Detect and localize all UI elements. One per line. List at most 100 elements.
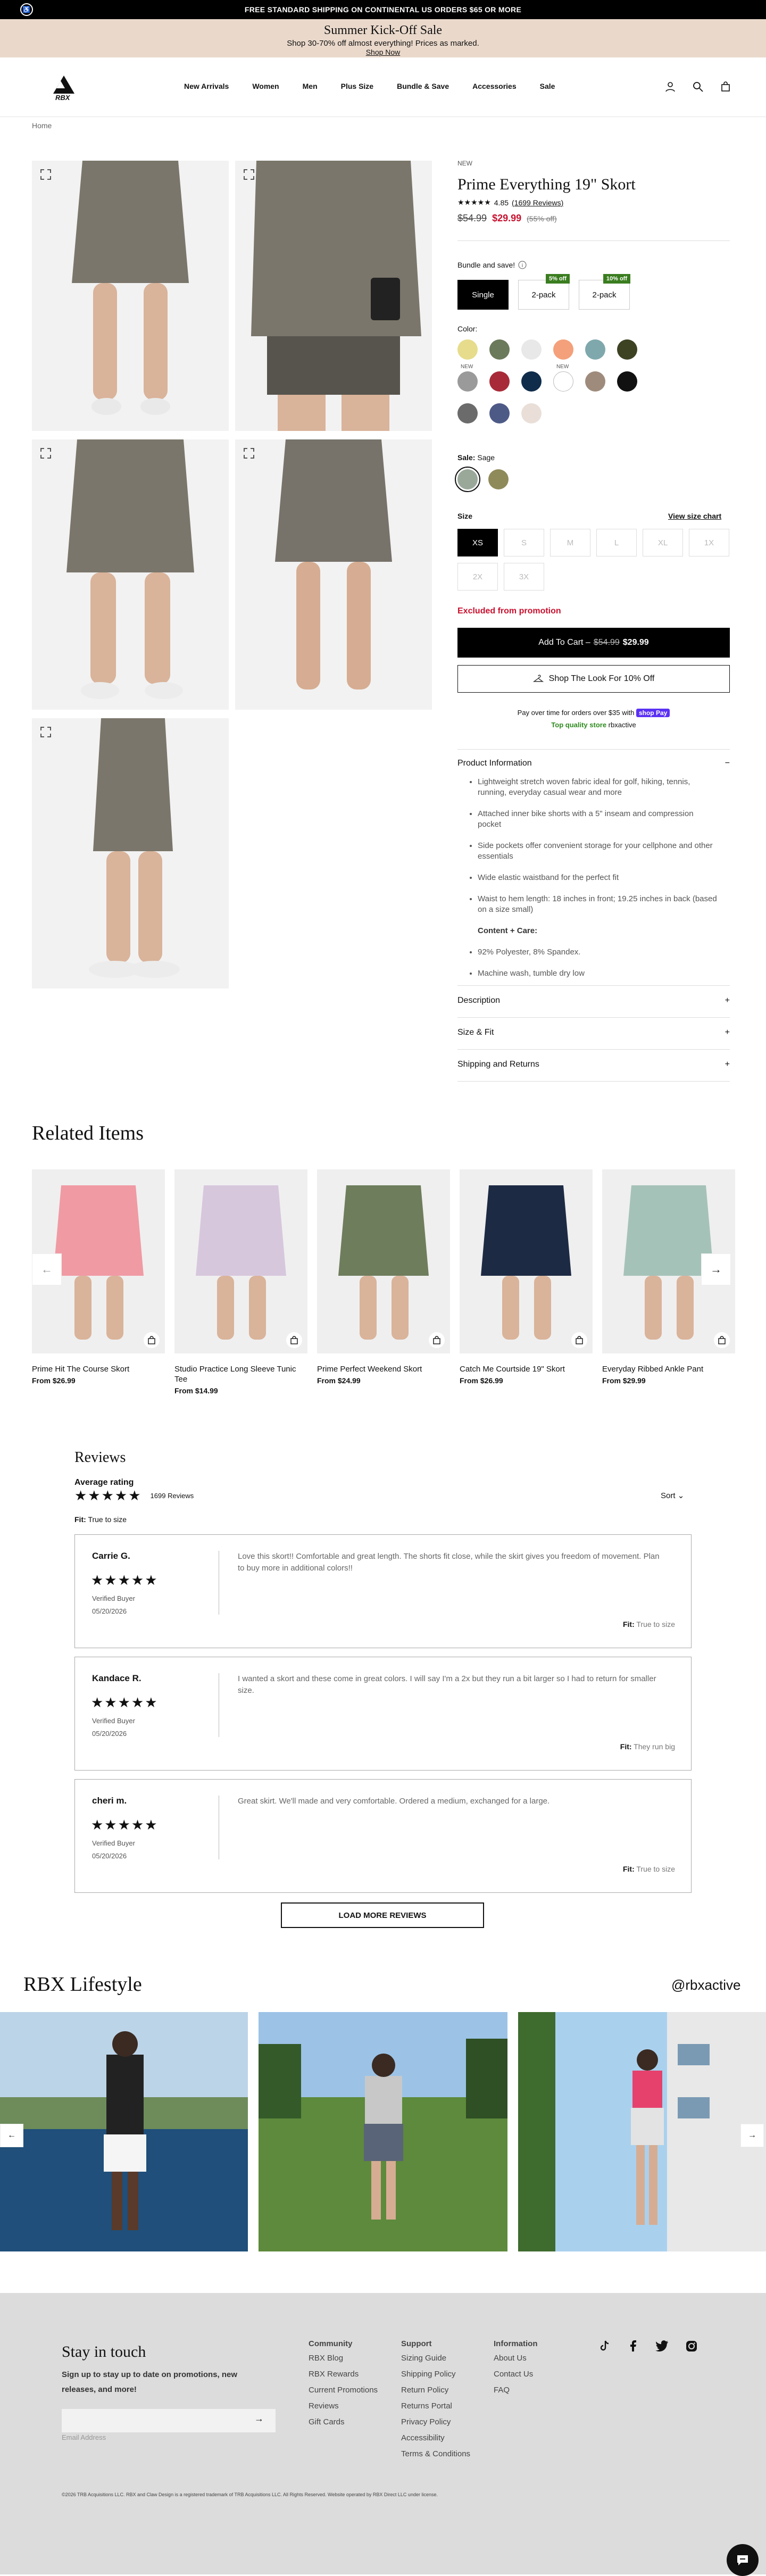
quick-add-bag-icon[interactable] (714, 1332, 730, 1348)
color-swatch[interactable] (457, 371, 478, 392)
size-option[interactable]: S (504, 529, 544, 556)
color-swatch[interactable] (585, 371, 605, 392)
bundle-option-2pack-5[interactable]: 5% off 2-pack (518, 274, 570, 310)
product-card-image[interactable] (317, 1169, 450, 1353)
nav-bundle-save[interactable]: Bundle & Save (397, 82, 449, 90)
size-option[interactable]: L (596, 529, 637, 556)
instagram-handle[interactable]: @rbxactive (671, 1977, 740, 1993)
color-swatch[interactable] (489, 403, 510, 423)
nav-sale[interactable]: Sale (540, 82, 555, 90)
collapse-icon[interactable]: − (725, 759, 730, 768)
tiktok-icon[interactable] (598, 2340, 611, 2353)
color-swatch[interactable] (521, 371, 542, 392)
accessibility-icon[interactable]: ♿ (20, 3, 33, 16)
quick-add-bag-icon[interactable] (571, 1332, 587, 1348)
gallery-image-4[interactable] (235, 439, 432, 710)
color-swatch[interactable] (489, 339, 510, 360)
bundle-option-single[interactable]: Single (457, 280, 509, 310)
size-chart-link[interactable]: View size chart (668, 512, 721, 520)
color-swatch[interactable] (521, 403, 542, 423)
email-field[interactable] (62, 2409, 276, 2432)
size-option[interactable]: 2X (457, 563, 498, 591)
footer-link[interactable]: RBX Blog (309, 2350, 378, 2366)
reviews-link[interactable]: (1699 Reviews) (512, 198, 563, 207)
product-card[interactable]: Catch Me Courtside 19" Skort From $26.99 (460, 1169, 593, 1385)
size-option[interactable]: 1X (689, 529, 729, 556)
accordion-description[interactable]: Description + (457, 996, 730, 1006)
promo-shop-link[interactable]: Shop Now (0, 48, 766, 56)
add-to-cart-button[interactable]: Add To Cart – $54.99 $29.99 (457, 628, 730, 658)
gallery-image-3[interactable] (32, 439, 229, 710)
lifestyle-image-3[interactable] (518, 2012, 766, 2251)
quick-add-bag-icon[interactable] (144, 1332, 160, 1348)
footer-link[interactable]: Return Policy (401, 2382, 470, 2398)
shop-pay-badge[interactable]: shop Pay (636, 709, 670, 717)
color-swatch[interactable] (585, 339, 605, 360)
search-icon[interactable] (693, 81, 703, 92)
account-icon[interactable] (665, 81, 676, 92)
facebook-icon[interactable] (627, 2340, 639, 2353)
breadcrumb[interactable]: Home (32, 121, 52, 130)
chat-button[interactable] (727, 2544, 759, 2576)
product-card-name[interactable]: Prime Hit The Course Skort (32, 1364, 165, 1374)
rbx-logo[interactable]: RBX (49, 74, 79, 102)
accordion-product-info[interactable]: Product Information − (457, 759, 730, 768)
lifestyle-prev-button[interactable]: ← (0, 2124, 23, 2147)
zoom-icon[interactable] (39, 726, 52, 738)
size-option[interactable]: M (550, 529, 590, 556)
submit-arrow-icon[interactable]: → (254, 2413, 264, 2424)
gallery-image-5[interactable] (32, 718, 229, 988)
sale-color-swatch[interactable] (488, 469, 509, 489)
product-card-image[interactable] (460, 1169, 593, 1353)
footer-link[interactable]: FAQ (494, 2382, 538, 2398)
instagram-icon[interactable] (685, 2340, 698, 2353)
size-option[interactable]: XS (457, 529, 498, 556)
accordion-size-fit[interactable]: Size & Fit + (457, 1028, 730, 1037)
color-swatch[interactable] (457, 339, 478, 360)
zoom-icon[interactable] (243, 168, 255, 181)
footer-link[interactable]: Contact Us (494, 2366, 538, 2382)
lifestyle-image-2[interactable] (259, 2012, 507, 2251)
info-icon[interactable]: i (518, 261, 527, 269)
carousel-prev-button[interactable]: ← (32, 1253, 62, 1285)
footer-link[interactable]: RBX Rewards (309, 2366, 378, 2382)
footer-link[interactable]: Terms & Conditions (401, 2446, 470, 2462)
quick-add-bag-icon[interactable] (286, 1332, 302, 1348)
size-option[interactable]: 3X (504, 563, 544, 591)
cart-icon[interactable] (720, 81, 731, 92)
footer-link[interactable]: Returns Portal (401, 2398, 470, 2414)
lifestyle-next-button[interactable]: → (740, 2124, 764, 2147)
footer-link[interactable]: About Us (494, 2350, 538, 2366)
color-swatch[interactable] (553, 339, 573, 360)
expand-icon[interactable]: + (725, 1028, 730, 1037)
nav-new-arrivals[interactable]: New Arrivals (184, 82, 229, 90)
product-card[interactable]: Studio Practice Long Sleeve Tunic Tee Fro… (174, 1169, 307, 1395)
gallery-image-1[interactable] (32, 161, 229, 431)
quality-badge[interactable]: Top quality store rbxactive (457, 721, 730, 729)
shop-the-look-button[interactable]: Shop The Look For 10% Off (457, 665, 730, 693)
product-card-name[interactable]: Catch Me Courtside 19" Skort (460, 1364, 593, 1374)
zoom-icon[interactable] (243, 447, 255, 460)
product-card-name[interactable]: Prime Perfect Weekend Skort (317, 1364, 450, 1374)
nav-accessories[interactable]: Accessories (472, 82, 517, 90)
color-swatch[interactable] (521, 339, 542, 360)
nav-plus-size[interactable]: Plus Size (341, 82, 373, 90)
product-card-image[interactable] (174, 1169, 307, 1353)
footer-link[interactable]: Sizing Guide (401, 2350, 470, 2366)
color-swatch[interactable] (617, 339, 637, 360)
quick-add-bag-icon[interactable] (429, 1332, 445, 1348)
lifestyle-image-1[interactable] (0, 2012, 248, 2251)
nav-women[interactable]: Women (252, 82, 279, 90)
color-swatch[interactable] (457, 403, 478, 423)
footer-link[interactable]: Privacy Policy (401, 2414, 470, 2430)
sort-dropdown[interactable]: Sort ⌄ (661, 1491, 684, 1500)
accordion-shipping-returns[interactable]: Shipping and Returns + (457, 1060, 730, 1069)
bundle-option-2pack-10[interactable]: 10% off 2-pack (579, 274, 630, 310)
expand-icon[interactable]: + (725, 1060, 730, 1069)
color-swatch[interactable] (489, 371, 510, 392)
zoom-icon[interactable] (39, 168, 52, 181)
expand-icon[interactable]: + (725, 996, 730, 1006)
product-card-name[interactable]: Everyday Ribbed Ankle Pant (602, 1364, 735, 1374)
nav-men[interactable]: Men (303, 82, 318, 90)
product-card[interactable]: Prime Perfect Weekend Skort From $24.99 (317, 1169, 450, 1385)
